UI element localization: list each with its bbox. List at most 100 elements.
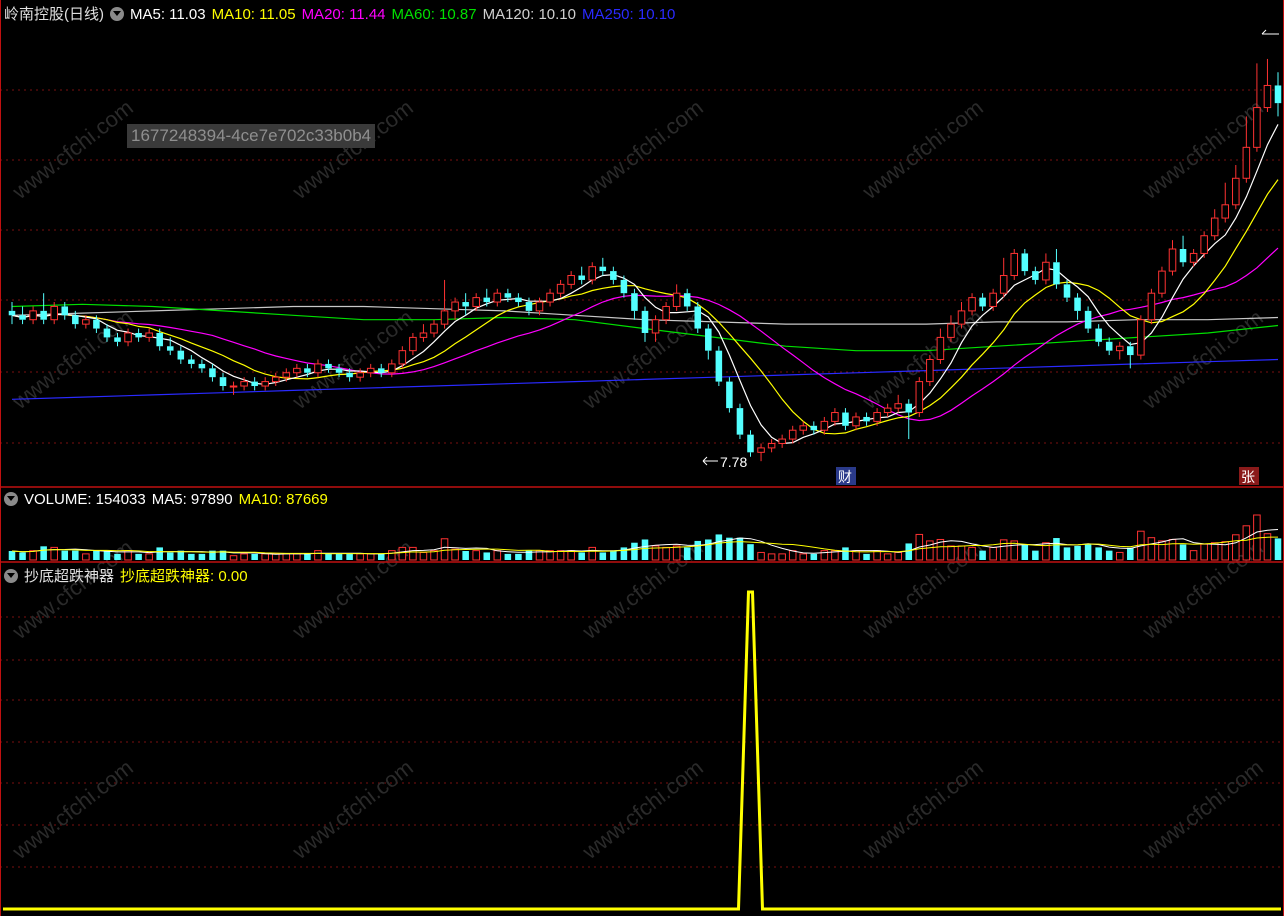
volume-bar	[229, 555, 238, 561]
chevron-down-icon[interactable]	[4, 569, 18, 583]
candle-body	[1189, 252, 1198, 263]
volume-bar	[1053, 538, 1060, 560]
svg-text:财: 财	[838, 470, 852, 486]
candle-body	[610, 271, 617, 280]
candle-body	[103, 328, 111, 338]
ma5-value: MA5: 11.03	[130, 6, 206, 23]
main-legend: 岭南控股(日线) MA5: 11.03 MA10: 11.05 MA20: 11.44…	[4, 3, 681, 24]
candle-body	[282, 372, 291, 378]
candle-body	[325, 363, 332, 369]
candle-body	[1074, 297, 1081, 311]
candle-body	[462, 302, 469, 307]
candle-body	[936, 336, 945, 360]
candle-body	[926, 359, 934, 383]
candle-body	[1010, 252, 1019, 277]
candle-body	[556, 283, 565, 294]
stock-title[interactable]: 岭南控股(日线)	[4, 6, 104, 23]
candle-body	[641, 310, 649, 333]
candle-body	[1084, 310, 1092, 329]
watermark-text: www.cfchi.com	[857, 755, 988, 865]
volume-bar	[1242, 525, 1251, 561]
candle-body	[314, 363, 322, 374]
candle-body	[1200, 235, 1208, 254]
volume-bar	[314, 550, 322, 561]
watermark-text: www.cfchi.com	[857, 95, 988, 205]
candle-body	[1105, 341, 1113, 351]
candle-body	[271, 376, 280, 383]
candle-body	[124, 332, 132, 343]
candle-body	[19, 315, 26, 320]
candle-body	[567, 275, 575, 285]
candle-body	[767, 442, 776, 449]
volume-bar	[1168, 538, 1177, 561]
candle-body	[1274, 85, 1282, 104]
candle-body	[852, 416, 860, 427]
candle-body	[1263, 84, 1272, 109]
volume-bar	[304, 553, 311, 560]
volume-bar	[863, 553, 870, 560]
chevron-down-icon[interactable]	[4, 492, 18, 506]
candle-body	[1115, 345, 1124, 352]
volume-bar	[641, 539, 649, 560]
volume-bar	[556, 550, 565, 561]
volume-bar	[999, 539, 1008, 561]
svg-text:张: 张	[1241, 470, 1255, 486]
volume-bar	[504, 553, 512, 560]
volume-bar	[1127, 547, 1134, 560]
indicator-value: : 0.00	[210, 568, 248, 585]
candle-body	[366, 367, 375, 374]
candle-body	[145, 332, 153, 338]
volume-bar	[1274, 538, 1282, 560]
candle-body	[219, 377, 227, 387]
volume-bar	[694, 540, 702, 560]
candle-body	[1168, 248, 1177, 272]
candle-body	[1210, 217, 1219, 237]
candle-body	[1137, 319, 1145, 356]
watermark-text: www.cfchi.com	[1137, 755, 1268, 865]
watermark-text: www.cfchi.com	[1137, 305, 1268, 415]
volume-bar	[767, 553, 776, 561]
candle-body	[736, 408, 744, 435]
indicator-line	[3, 590, 1281, 911]
candle-body	[335, 368, 343, 373]
watermark-text: www.cfchi.com	[287, 95, 418, 205]
volume-bar	[1105, 550, 1113, 560]
volume-bar	[926, 540, 934, 561]
volume-value: VOLUME: 154033	[24, 491, 146, 508]
volume-bar	[631, 542, 638, 560]
volume-bar	[156, 547, 163, 560]
volume-bar	[335, 553, 343, 560]
volume-bar	[145, 553, 153, 561]
volume-bar	[8, 551, 16, 560]
marker-zhang[interactable]: 张	[1239, 467, 1259, 486]
candle-body	[504, 293, 512, 298]
chevron-down-icon[interactable]	[110, 7, 124, 21]
candle-body	[1095, 328, 1102, 342]
volume-bar	[1200, 543, 1208, 561]
moving-average-lines	[11, 124, 1279, 445]
candle-body	[535, 301, 544, 312]
volume-bar	[240, 553, 248, 561]
candle-body	[177, 350, 185, 360]
volume-bar	[325, 553, 332, 560]
indicator-name[interactable]: 抄底超跌神器	[24, 568, 114, 585]
candle-body	[61, 306, 69, 316]
volume-bar	[493, 550, 502, 561]
candle-body	[409, 336, 417, 352]
volume-bar	[271, 553, 280, 561]
candle-body	[620, 279, 628, 294]
volume-bar	[672, 545, 681, 561]
volume-bar	[905, 543, 913, 560]
volume-bar	[1179, 544, 1187, 560]
volume-bar	[282, 553, 291, 561]
candle-body	[188, 359, 195, 364]
marker-cai[interactable]: 财	[836, 467, 856, 486]
volume-bar	[662, 546, 670, 561]
volume-bar	[757, 551, 765, 561]
volume-bar	[1074, 545, 1081, 560]
candle-body	[440, 310, 449, 325]
candle-body	[810, 425, 818, 431]
volume-bar	[472, 550, 480, 561]
candle-body	[989, 292, 997, 307]
volume-bar	[251, 553, 258, 560]
